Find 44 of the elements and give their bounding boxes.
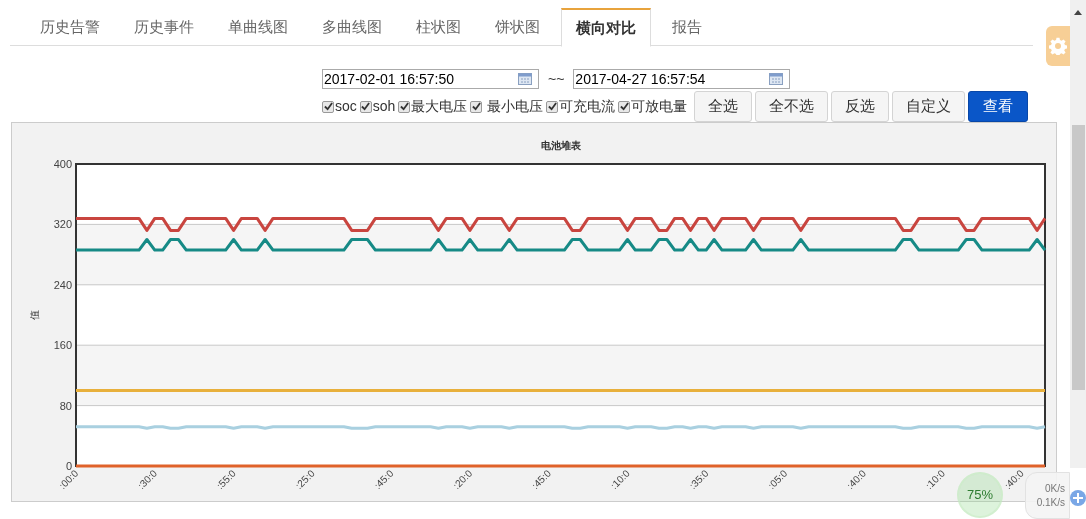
y-tick-label: 320 (53, 218, 72, 231)
button[interactable]: 查看 (968, 91, 1029, 122)
button[interactable]: 自定义 (892, 91, 966, 122)
checkbox[interactable] (618, 100, 631, 113)
y-axis-label: 值 (29, 310, 40, 320)
checkbox[interactable] (546, 100, 559, 113)
usage-percent: 75% (967, 486, 993, 505)
tab[interactable]: 历史告警 (24, 8, 116, 46)
checkbox-label: soc (335, 97, 357, 116)
tab[interactable]: 报告 (656, 8, 718, 46)
y-tick-label: 80 (59, 399, 72, 412)
button[interactable]: 全选 (694, 91, 753, 122)
scroll-up-icon[interactable] (1074, 10, 1082, 15)
tab[interactable]: 历史事件 (118, 8, 210, 46)
tab[interactable]: 多曲线图 (306, 8, 398, 46)
chart-title: 电池堆表 (540, 140, 581, 151)
tab[interactable]: 单曲线图 (212, 8, 304, 46)
checkbox-label: 可充电流 (559, 97, 616, 116)
checkbox[interactable] (470, 100, 483, 113)
button[interactable]: 全不选 (755, 91, 829, 122)
date-field[interactable]: 2017-02-01 16:57:50 (322, 69, 539, 89)
settings-icon (1049, 37, 1067, 55)
download-speed: 0.1K/s (1036, 495, 1066, 510)
y-tick-label: 0 (65, 460, 72, 472)
y-tick-label: 400 (53, 158, 72, 170)
checkbox-label: 最大电压 (411, 97, 468, 116)
checkbox[interactable] (322, 100, 334, 113)
scrollbar[interactable] (1070, 0, 1086, 468)
checkbox[interactable] (359, 100, 372, 113)
checkbox-label: soh (372, 97, 396, 116)
y-tick-label: 240 (53, 278, 72, 291)
checkbox[interactable] (398, 100, 411, 113)
button[interactable]: 反选 (831, 91, 890, 122)
y-tick-label: 160 (53, 339, 72, 352)
tab[interactable]: 饼状图 (479, 8, 556, 46)
calendar-icon[interactable] (769, 73, 784, 85)
scrollbar-thumb[interactable] (1071, 125, 1085, 390)
checkbox-label: 最小电压 (487, 97, 544, 116)
tab[interactable]: 柱状图 (400, 8, 477, 46)
checkbox-label: 可放电量 (631, 97, 688, 116)
tab[interactable]: 横向对比 (561, 8, 651, 47)
date-field[interactable]: 2017-04-27 16:57:54 (573, 69, 791, 89)
range-separator: ~~ (547, 69, 566, 89)
upload-speed: 0K/s (1045, 481, 1066, 496)
